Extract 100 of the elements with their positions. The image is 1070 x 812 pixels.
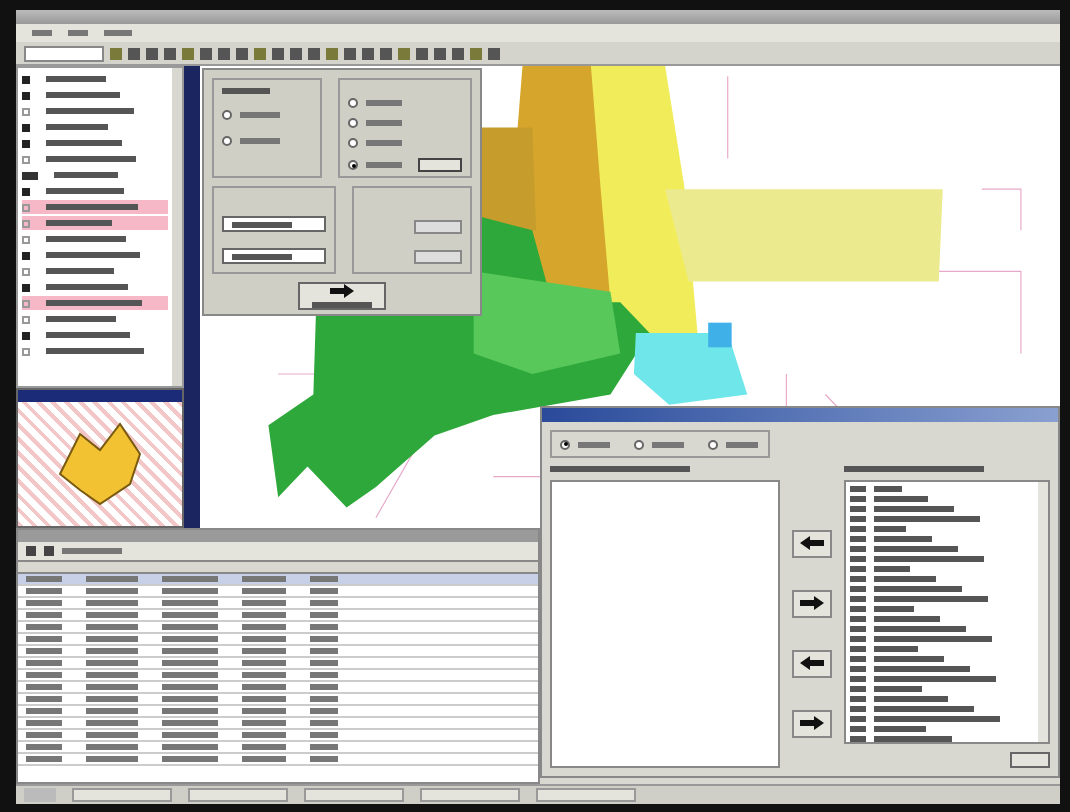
table-row[interactable] bbox=[18, 718, 538, 730]
checkbox[interactable] bbox=[22, 107, 30, 115]
checkbox[interactable] bbox=[22, 155, 30, 163]
checkbox[interactable] bbox=[22, 315, 30, 323]
blurred-text-drawing bbox=[242, 732, 286, 738]
checkbox[interactable] bbox=[22, 187, 30, 195]
blurred-text-drawing bbox=[46, 332, 130, 338]
table-row[interactable] bbox=[18, 730, 538, 742]
checkbox[interactable] bbox=[22, 123, 30, 131]
ok-button[interactable] bbox=[1010, 752, 1050, 768]
radio-button[interactable] bbox=[222, 136, 232, 146]
blurred-text-drawing bbox=[310, 624, 338, 630]
blurred-text-drawing bbox=[310, 576, 338, 582]
checkbox[interactable] bbox=[22, 299, 30, 307]
blurred-text-drawing bbox=[874, 736, 952, 742]
table-row[interactable] bbox=[18, 574, 538, 586]
blurred-text-drawing bbox=[874, 676, 996, 682]
blurred-text-drawing bbox=[26, 648, 62, 654]
blurred-text-drawing bbox=[310, 660, 338, 666]
blurred-text-drawing bbox=[242, 612, 286, 618]
radio-button[interactable] bbox=[348, 118, 358, 128]
scrollbar[interactable] bbox=[172, 68, 182, 386]
blurred-text-drawing bbox=[86, 576, 138, 582]
radio-button[interactable] bbox=[348, 138, 358, 148]
radio-button[interactable] bbox=[560, 439, 570, 449]
blurred-text-drawing bbox=[26, 696, 62, 702]
radio-button[interactable] bbox=[348, 98, 358, 108]
checkbox[interactable] bbox=[22, 347, 30, 355]
scrollbar[interactable] bbox=[1038, 482, 1048, 742]
blurred-text-drawing bbox=[366, 140, 402, 146]
create-button[interactable] bbox=[298, 282, 386, 310]
blurred-text-drawing bbox=[26, 660, 62, 666]
table-row[interactable] bbox=[18, 622, 538, 634]
blurred-text-drawing bbox=[162, 744, 218, 750]
move-button[interactable] bbox=[792, 529, 832, 557]
blurred-text-drawing bbox=[874, 506, 954, 512]
checkbox[interactable] bbox=[22, 283, 30, 291]
date-field[interactable] bbox=[222, 216, 326, 232]
checkbox[interactable] bbox=[22, 267, 30, 275]
radio-button[interactable] bbox=[708, 439, 718, 449]
table-row[interactable] bbox=[18, 694, 538, 706]
table-row[interactable] bbox=[18, 610, 538, 622]
blurred-text-drawing bbox=[162, 660, 218, 666]
blurred-text-drawing bbox=[242, 744, 286, 750]
blurred-text-drawing bbox=[242, 600, 286, 606]
blurred-text-drawing bbox=[86, 600, 138, 606]
start-button[interactable] bbox=[24, 788, 56, 802]
move-button[interactable] bbox=[792, 709, 832, 737]
checkbox[interactable] bbox=[22, 219, 30, 227]
left-arrow-icon bbox=[800, 536, 824, 550]
blurred-text-drawing bbox=[366, 162, 402, 168]
layer-dropdown[interactable] bbox=[24, 45, 104, 61]
table-row[interactable] bbox=[18, 598, 538, 610]
blurred-text-drawing bbox=[62, 548, 122, 554]
blurred-text-drawing bbox=[242, 648, 286, 654]
blurred-text-drawing bbox=[874, 496, 928, 502]
blurred-text-drawing bbox=[162, 696, 218, 702]
checkbox[interactable] bbox=[22, 331, 30, 339]
blurred-text-drawing bbox=[874, 536, 932, 542]
checkbox[interactable] bbox=[22, 91, 30, 99]
date-field[interactable] bbox=[222, 248, 326, 264]
move-button[interactable] bbox=[792, 589, 832, 617]
checkbox[interactable] bbox=[22, 235, 30, 243]
time-field[interactable] bbox=[414, 220, 462, 234]
blurred-text-drawing bbox=[242, 720, 286, 726]
checkbox[interactable] bbox=[22, 75, 30, 83]
table-row[interactable] bbox=[18, 634, 538, 646]
blurred-text-drawing bbox=[54, 172, 118, 178]
blurred-text-drawing bbox=[310, 720, 338, 726]
blurred-text-drawing bbox=[310, 648, 338, 654]
table-row[interactable] bbox=[18, 682, 538, 694]
radio-button[interactable] bbox=[348, 160, 358, 170]
blurred-text-drawing bbox=[222, 88, 270, 94]
checkbox[interactable] bbox=[22, 251, 30, 259]
table-row[interactable] bbox=[18, 658, 538, 670]
blurred-text-drawing bbox=[874, 596, 988, 602]
table-row[interactable] bbox=[18, 646, 538, 658]
checkbox[interactable] bbox=[22, 203, 30, 211]
table-row[interactable] bbox=[18, 586, 538, 598]
blurred-text-drawing bbox=[242, 660, 286, 666]
blurred-text-drawing bbox=[86, 672, 138, 678]
checkbox[interactable] bbox=[22, 139, 30, 147]
table-row[interactable] bbox=[18, 754, 538, 766]
table-row[interactable] bbox=[18, 670, 538, 682]
blurred-text-drawing bbox=[310, 696, 338, 702]
options-button[interactable] bbox=[418, 158, 462, 172]
blurred-text-drawing bbox=[26, 612, 62, 618]
blurred-text-drawing bbox=[162, 720, 218, 726]
radio-button[interactable] bbox=[634, 439, 644, 449]
blurred-text-drawing bbox=[874, 716, 1000, 722]
table-row[interactable] bbox=[18, 742, 538, 754]
right-arrow-icon bbox=[800, 596, 824, 610]
table-row[interactable] bbox=[18, 706, 538, 718]
blurred-text-drawing bbox=[46, 348, 144, 354]
blurred-text-drawing bbox=[874, 646, 918, 652]
move-button[interactable] bbox=[792, 649, 832, 677]
radio-button[interactable] bbox=[222, 110, 232, 120]
blurred-text-drawing bbox=[874, 606, 914, 612]
blurred-text-drawing bbox=[26, 708, 62, 714]
time-field[interactable] bbox=[414, 250, 462, 264]
